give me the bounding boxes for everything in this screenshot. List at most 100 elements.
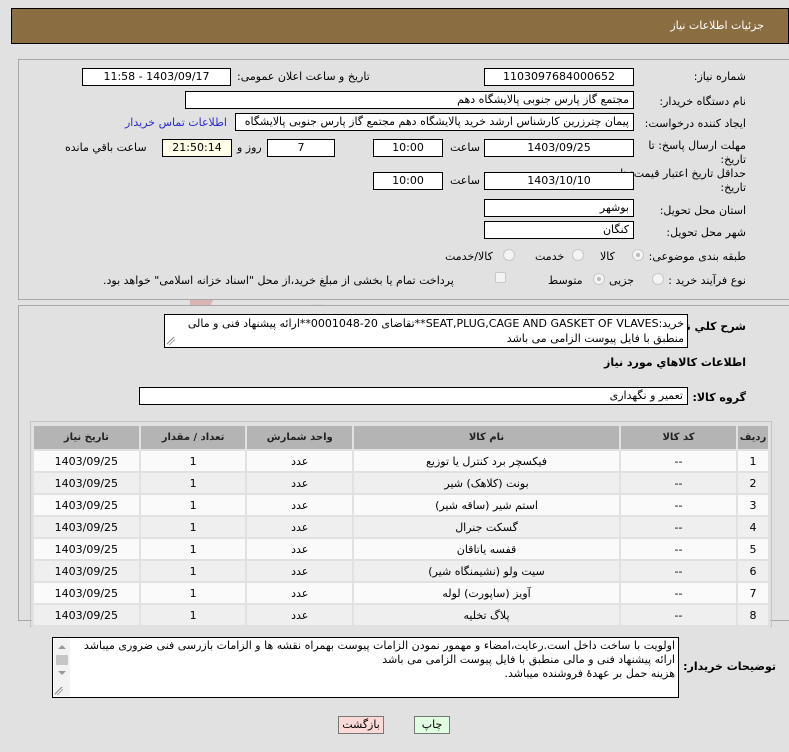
back-button[interactable]: بازگشت — [338, 716, 384, 734]
cell-need-date: 1403/09/25 — [34, 473, 139, 493]
cell-goods-name: فیکسچر برد کنترل یا توزیع — [354, 451, 619, 471]
col-goods-name: نام کالا — [354, 426, 619, 449]
table-row: 1 -- فیکسچر برد کنترل یا توزیع عدد 1 1403/09/… — [34, 451, 768, 471]
cell-quantity: 1 — [140, 517, 246, 537]
cell-unit: عدد — [247, 539, 353, 559]
cell-goods-name: استم شیر (ساقه شیر) — [354, 495, 619, 515]
table-row: 7 -- آویز (ساپورت) لوله عدد 1 1403/09/25 — [34, 583, 768, 603]
cell-row-number: 2 — [738, 473, 768, 493]
cell-unit: عدد — [247, 605, 353, 625]
cell-quantity: 1 — [140, 473, 246, 493]
cell-goods-code: -- — [620, 517, 737, 537]
cell-quantity: 1 — [140, 451, 246, 471]
treasury-checkbox-label: پرداخت تمام یا بخشی از مبلغ خرید،از محل … — [103, 274, 454, 287]
table-row: 3 -- استم شیر (ساقه شیر) عدد 1 1403/09/25 — [34, 495, 768, 515]
buyer-notes-line-1: اولویت با ساخت داخل است.رعایت،امضاء و مه… — [83, 639, 675, 652]
days-label: روز و — [237, 141, 262, 154]
cell-goods-name: قفسه یاتاقان — [354, 539, 619, 559]
cell-row-number: 8 — [738, 605, 768, 625]
price-validity-label: حداقل تاریخ اعتبار قیمت: تا — [620, 167, 746, 180]
table-row: 2 -- بونت (کلاهک) شیر عدد 1 1403/09/25 — [34, 473, 768, 493]
category-radio-goods[interactable] — [632, 249, 644, 261]
goods-table: ردیف کد کالا نام کالا واحد شمارش تعداد /… — [32, 424, 770, 627]
cell-row-number: 4 — [738, 517, 768, 537]
cell-goods-name: بونت (کلاهک) شیر — [354, 473, 619, 493]
remaining-days: 7 — [267, 139, 335, 157]
table-header-row: ردیف کد کالا نام کالا واحد شمارش تعداد /… — [34, 426, 768, 449]
resize-grip-icon[interactable] — [55, 687, 63, 695]
description-textarea[interactable]: خرید:SEAT,PLUG,CAGE AND GASKET OF VLAVES… — [164, 314, 688, 348]
col-unit: واحد شمارش — [247, 426, 353, 449]
cell-row-number: 7 — [738, 583, 768, 603]
cell-goods-code: -- — [620, 561, 737, 581]
col-goods-code: کد کالا — [620, 426, 737, 449]
cell-unit: عدد — [247, 473, 353, 493]
purchase-type-option-minor: جزیی — [609, 274, 635, 287]
cell-unit: عدد — [247, 451, 353, 471]
cell-goods-name: آویز (ساپورت) لوله — [354, 583, 619, 603]
table-row: 4 -- گسکت جنرال عدد 1 1403/09/25 — [34, 517, 768, 537]
goods-group-field: تعمیر و نگهداری — [139, 387, 688, 405]
cell-unit: عدد — [247, 583, 353, 603]
page-header: جزئیات اطلاعات نیاز — [11, 8, 789, 44]
page-title: جزئیات اطلاعات نیاز — [670, 19, 764, 32]
table-row: 8 -- پلاگ تخلیه عدد 1 1403/09/25 — [34, 605, 768, 625]
cell-row-number: 1 — [738, 451, 768, 471]
cell-need-date: 1403/09/25 — [34, 605, 139, 625]
price-validity-time-label: ساعت — [450, 174, 480, 187]
cell-quantity: 1 — [140, 605, 246, 625]
print-button[interactable]: چاپ — [414, 716, 450, 734]
category-label: طبقه بندی موضوعی: — [648, 250, 746, 263]
response-deadline-date: 1403/09/25 — [484, 139, 634, 157]
resize-grip-icon[interactable] — [167, 337, 175, 345]
announce-datetime-label: تاریخ و ساعت اعلان عمومی: — [237, 70, 370, 83]
cell-need-date: 1403/09/25 — [34, 495, 139, 515]
response-deadline-label: مهلت ارسال پاسخ: تا — [648, 139, 746, 152]
scroll-thumb[interactable] — [56, 655, 68, 665]
price-validity-label-2: تاریخ: — [720, 181, 746, 194]
category-radio-goods-service[interactable] — [503, 249, 515, 261]
table-row: 5 -- قفسه یاتاقان عدد 1 1403/09/25 — [34, 539, 768, 559]
description-text: خرید:SEAT,PLUG,CAGE AND GASKET OF VLAVES… — [187, 317, 684, 345]
purchase-type-radio-minor[interactable] — [652, 273, 664, 285]
category-option-goods-service: کالا/خدمت — [445, 250, 493, 263]
remaining-time-label: ساعت باقي مانده — [65, 141, 147, 154]
category-radio-service[interactable] — [572, 249, 584, 261]
purchase-type-label: نوع فرآیند خرید : — [668, 274, 746, 287]
cell-need-date: 1403/09/25 — [34, 451, 139, 471]
cell-unit: عدد — [247, 561, 353, 581]
requester-label: ایجاد کننده درخواست: — [644, 117, 746, 130]
response-time-label: ساعت — [450, 141, 480, 154]
need-number-field: 1103097684000652 — [484, 68, 634, 86]
cell-goods-code: -- — [620, 451, 737, 471]
buyer-notes-label: توضیحات خریدار: — [683, 660, 776, 673]
col-need-date: تاریخ نیاز — [34, 426, 139, 449]
cell-row-number: 6 — [738, 561, 768, 581]
purchase-type-option-medium: متوسط — [548, 274, 583, 287]
purchase-type-radio-medium[interactable] — [593, 273, 605, 285]
col-row-number: ردیف — [738, 426, 768, 449]
response-deadline-time: 10:00 — [373, 139, 443, 157]
response-deadline-label-2: تاریخ: — [720, 153, 746, 166]
category-option-goods: کالا — [600, 250, 615, 263]
cell-goods-name: پلاگ تخلیه — [354, 605, 619, 625]
buyer-notes-textarea[interactable]: اولویت با ساخت داخل است.رعایت،امضاء و مه… — [52, 637, 679, 698]
category-option-service: خدمت — [535, 250, 565, 263]
col-quantity: تعداد / مقدار — [140, 426, 246, 449]
cell-need-date: 1403/09/25 — [34, 539, 139, 559]
cell-quantity: 1 — [140, 583, 246, 603]
cell-quantity: 1 — [140, 561, 246, 581]
cell-goods-code: -- — [620, 495, 737, 515]
cell-need-date: 1403/09/25 — [34, 561, 139, 581]
scroll-down-icon[interactable] — [58, 671, 66, 675]
treasury-checkbox[interactable] — [495, 272, 506, 283]
cell-need-date: 1403/09/25 — [34, 583, 139, 603]
buyer-contact-link[interactable]: اطلاعات تماس خریدار — [125, 116, 227, 129]
scroll-up-icon[interactable] — [58, 645, 66, 649]
goods-group-label: گروه کالا: — [692, 391, 746, 404]
buyer-org-label: نام دستگاه خریدار: — [659, 95, 746, 108]
cell-goods-name: گسکت جنرال — [354, 517, 619, 537]
requester-field: پیمان چترزرین کارشناس ارشد خرید پالایشگا… — [235, 113, 634, 131]
buyer-org-field: مجتمع گاز پارس جنوبی پالایشگاه دهم — [185, 91, 634, 109]
cell-goods-code: -- — [620, 583, 737, 603]
